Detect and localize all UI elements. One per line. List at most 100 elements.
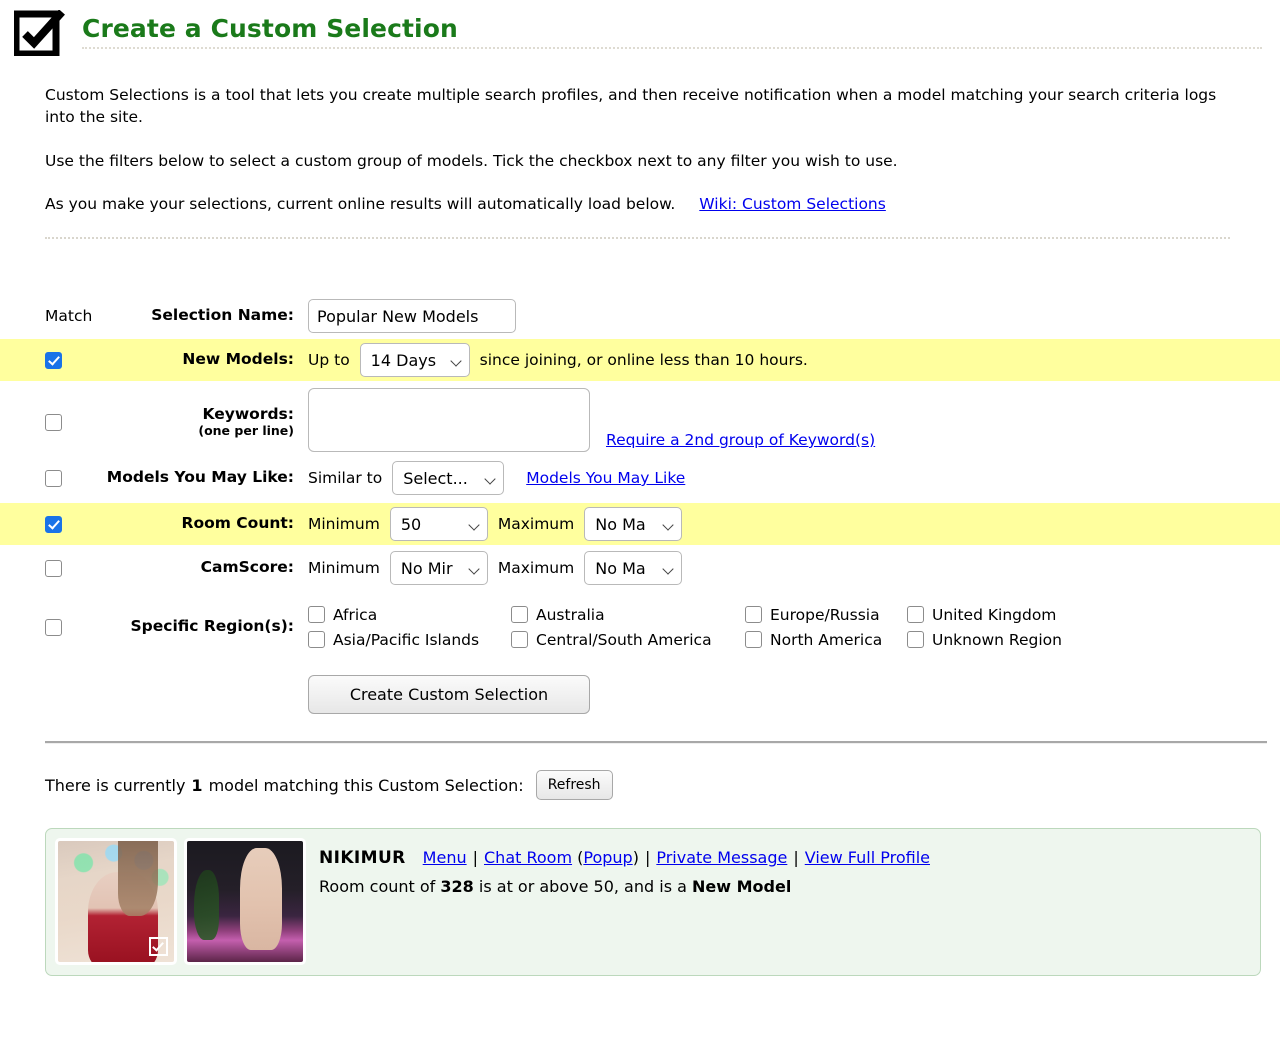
keywords-label: Keywords: (one per line) bbox=[100, 388, 308, 438]
checkbox-checked-icon bbox=[149, 937, 168, 956]
models-you-may-like-link[interactable]: Models You May Like bbox=[526, 469, 685, 487]
model-menu-link[interactable]: Menu bbox=[423, 848, 467, 867]
model-thumbnail-1[interactable] bbox=[55, 838, 177, 965]
model-links-row: NIKIMUR Menu | Chat Room (Popup) | Priva… bbox=[319, 848, 930, 868]
camscore-minimum-value: No Mir bbox=[400, 558, 453, 578]
region-checkbox-africa[interactable] bbox=[308, 606, 325, 623]
row-new-models: New Models: Up to 14 Days since joining,… bbox=[0, 339, 1280, 381]
checkbox-checked-icon bbox=[14, 10, 65, 56]
keywords-sublabel: (one per line) bbox=[198, 422, 294, 438]
results-summary: There is currently 1 model matching this… bbox=[45, 770, 1280, 800]
room-count-minimum-select[interactable]: 50 bbox=[389, 507, 488, 541]
link-separator-3: | bbox=[793, 848, 799, 867]
region-checkbox-unknown-region[interactable] bbox=[907, 631, 924, 648]
region-label-united-kingdom: United Kingdom bbox=[932, 605, 1057, 624]
camscore-maximum-select[interactable]: No Ma bbox=[584, 551, 683, 585]
model-private-message-link[interactable]: Private Message bbox=[656, 848, 787, 867]
region-label-asia-pacific-islands: Asia/Pacific Islands bbox=[333, 630, 480, 649]
model-new-badge: New Model bbox=[692, 877, 792, 896]
intro-divider bbox=[45, 237, 1230, 239]
specific-regions-label: Specific Region(s): bbox=[130, 617, 294, 636]
new-models-prefix: Up to bbox=[308, 351, 350, 369]
models-you-may-like-checkbox[interactable] bbox=[45, 469, 62, 487]
page-header: Create a Custom Selection bbox=[0, 0, 1280, 58]
camscore-label: CamScore: bbox=[200, 558, 294, 577]
models-you-may-like-select[interactable]: Select... bbox=[392, 461, 505, 495]
camscore-minimum-select[interactable]: No Mir bbox=[389, 551, 488, 585]
region-label-africa: Africa bbox=[333, 605, 378, 624]
refresh-button[interactable]: Refresh bbox=[535, 770, 613, 800]
models-you-may-like-checkbox-cell[interactable] bbox=[0, 469, 100, 487]
model-thumbnails bbox=[55, 838, 306, 965]
region-label-australia: Australia bbox=[536, 605, 605, 624]
model-chat-room-link[interactable]: Chat Room bbox=[484, 848, 572, 867]
model-name: NIKIMUR bbox=[319, 848, 406, 868]
model-room-count: 328 bbox=[440, 877, 474, 896]
region-option-united-kingdom[interactable]: United Kingdom bbox=[907, 606, 1062, 624]
row-keywords: Keywords: (one per line) Require a 2nd g… bbox=[0, 385, 1280, 455]
results-summary-prefix: There is currently bbox=[45, 775, 186, 795]
match-column-header-cell: Match bbox=[0, 307, 100, 325]
row-create-button: Create Custom Selection bbox=[0, 669, 1280, 719]
create-custom-selection-button[interactable]: Create Custom Selection bbox=[308, 674, 590, 714]
region-option-central-south-america[interactable]: Central/South America bbox=[511, 631, 745, 649]
model-view-full-profile-link[interactable]: View Full Profile bbox=[805, 848, 930, 867]
room-count-checkbox-cell[interactable] bbox=[0, 515, 100, 533]
new-models-days-select[interactable]: 14 Days bbox=[359, 343, 470, 377]
row-camscore: CamScore: Minimum No Mir Maximum No Ma bbox=[0, 547, 1280, 589]
intro-paragraph-1: Custom Selections is a tool that lets yo… bbox=[45, 86, 1217, 126]
popup-open-paren: ( bbox=[572, 848, 584, 867]
region-label-europe-russia: Europe/Russia bbox=[770, 605, 880, 624]
model-popup-link[interactable]: Popup bbox=[583, 848, 632, 867]
region-option-asia-pacific-islands[interactable]: Asia/Pacific Islands bbox=[308, 631, 511, 649]
results-summary-count: 1 bbox=[191, 775, 203, 795]
region-checkbox-united-kingdom[interactable] bbox=[907, 606, 924, 623]
new-models-checkbox-cell[interactable] bbox=[0, 351, 100, 369]
room-count-maximum-select[interactable]: No Ma bbox=[584, 507, 683, 541]
new-models-checkbox[interactable] bbox=[45, 351, 62, 369]
camscore-minimum-label: Minimum bbox=[308, 559, 380, 577]
camscore-checkbox[interactable] bbox=[45, 559, 62, 577]
link-separator-1: | bbox=[472, 848, 478, 867]
wiki-custom-selections-link[interactable]: Wiki: Custom Selections bbox=[699, 195, 886, 213]
region-option-europe-russia[interactable]: Europe/Russia bbox=[745, 606, 907, 624]
keywords-label-text: Keywords: bbox=[202, 405, 295, 423]
region-checkbox-asia-pacific-islands[interactable] bbox=[308, 631, 325, 648]
model-thumbnail-2[interactable] bbox=[184, 838, 306, 965]
new-models-suffix: since joining, or online less than 10 ho… bbox=[479, 351, 808, 369]
custom-selection-form: Match Selection Name: New Models: Up to … bbox=[0, 295, 1280, 719]
match-column-header: Match bbox=[45, 307, 93, 325]
row-room-count: Room Count: Minimum 50 Maximum No Ma bbox=[0, 503, 1280, 545]
region-checkbox-north-america[interactable] bbox=[745, 631, 762, 648]
model-result-card: NIKIMUR Menu | Chat Room (Popup) | Priva… bbox=[45, 828, 1261, 976]
require-second-keyword-group-link[interactable]: Require a 2nd group of Keyword(s) bbox=[606, 431, 875, 449]
room-count-minimum-value: 50 bbox=[400, 514, 422, 534]
region-option-africa[interactable]: Africa bbox=[308, 606, 511, 624]
region-label-central-south-america: Central/South America bbox=[536, 630, 712, 649]
specific-regions-checkbox-cell[interactable] bbox=[0, 618, 100, 636]
model-desc-middle: is at or above 50, and is a bbox=[478, 877, 687, 896]
specific-regions-checkbox[interactable] bbox=[45, 618, 62, 636]
page-title: Create a Custom Selection bbox=[82, 14, 458, 43]
title-divider bbox=[82, 47, 1262, 49]
row-models-you-may-like: Models You May Like: Similar to Select..… bbox=[0, 457, 1280, 499]
model-match-description: Room count of 328 is at or above 50, and… bbox=[319, 877, 930, 896]
camscore-maximum-value: No Ma bbox=[595, 558, 646, 578]
models-you-may-like-select-value: Select... bbox=[403, 468, 468, 488]
room-count-label: Room Count: bbox=[181, 514, 294, 533]
region-option-north-america[interactable]: North America bbox=[745, 631, 907, 649]
region-checkbox-europe-russia[interactable] bbox=[745, 606, 762, 623]
keywords-checkbox-cell[interactable] bbox=[0, 388, 100, 431]
region-checkbox-australia[interactable] bbox=[511, 606, 528, 623]
region-checkbox-central-south-america[interactable] bbox=[511, 631, 528, 648]
row-specific-regions: Specific Region(s): Africa Australia Eur… bbox=[0, 597, 1280, 657]
room-count-checkbox[interactable] bbox=[45, 515, 62, 533]
keywords-textarea[interactable] bbox=[308, 388, 590, 452]
keywords-checkbox[interactable] bbox=[45, 414, 62, 431]
region-option-unknown-region[interactable]: Unknown Region bbox=[907, 631, 1062, 649]
results-summary-suffix: model matching this Custom Selection: bbox=[208, 775, 524, 795]
camscore-checkbox-cell[interactable] bbox=[0, 559, 100, 577]
region-label-unknown-region: Unknown Region bbox=[932, 630, 1062, 649]
region-option-australia[interactable]: Australia bbox=[511, 606, 745, 624]
selection-name-input[interactable] bbox=[308, 299, 516, 333]
